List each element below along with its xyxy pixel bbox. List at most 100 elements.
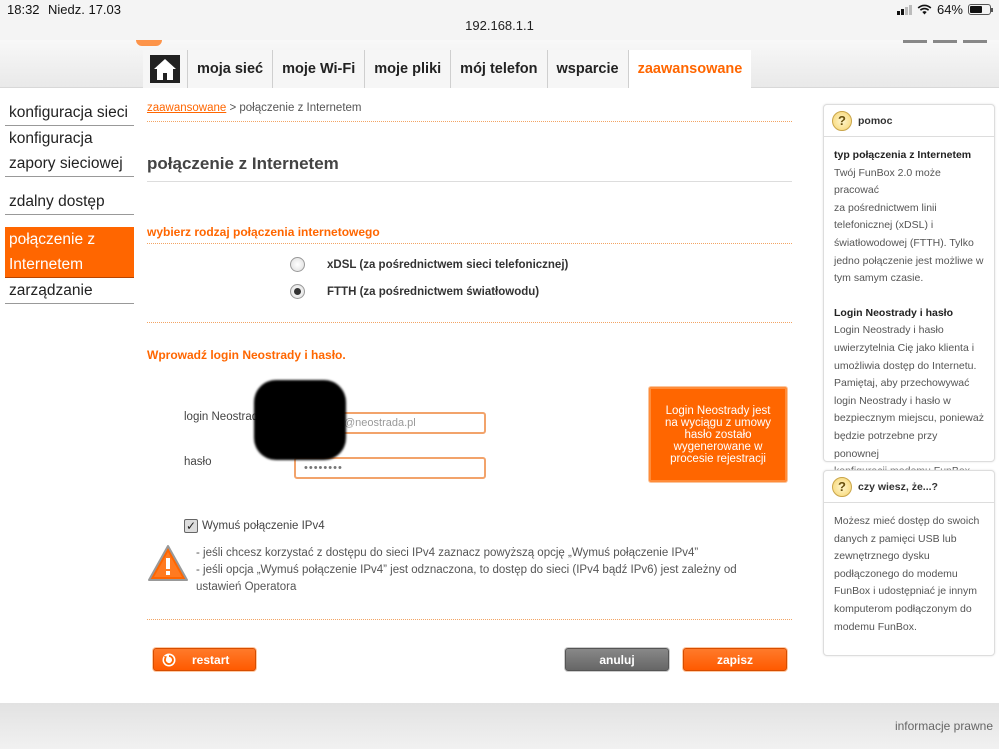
help-text: bezpiecznym miejscu, ponieważ xyxy=(834,412,984,425)
radio-option-ftth[interactable]: FTTH (za pośrednictwem światłowodu) xyxy=(290,284,539,299)
tab-moj-telefon[interactable]: mój telefon xyxy=(450,50,547,88)
help-text: Pamiętaj, aby przechowywać xyxy=(834,377,970,390)
tab-moja-siec[interactable]: moja sieć xyxy=(187,50,273,88)
date: Niedz. 17.03 xyxy=(48,2,121,17)
redaction-mark xyxy=(254,380,346,460)
sidebar-item-label: Internetem xyxy=(9,256,84,273)
tab-home[interactable] xyxy=(143,50,187,88)
tab-zaawansowane[interactable]: zaawansowane xyxy=(627,50,752,88)
battery-icon xyxy=(968,4,993,15)
sidebar-item-konfiguracja-zapory[interactable]: konfiguracja zapory sieciowej xyxy=(5,126,134,177)
warning-line: - jeśli chcesz korzystać z dostępu do si… xyxy=(196,547,699,559)
help-text: telefonicznej (xDSL) i xyxy=(834,219,934,232)
help-text: będzie potrzebne przy ponownej xyxy=(834,429,938,460)
radio-label: FTTH (za pośrednictwem światłowodu) xyxy=(327,285,540,298)
sidebar-item-polaczenie-z-internetem[interactable]: połączenie z Internetem xyxy=(5,227,134,278)
battery-percent: 64% xyxy=(936,2,963,17)
question-icon: ? xyxy=(832,110,852,131)
legal-info-link[interactable]: informacje prawne xyxy=(895,719,993,733)
help-text: login Neostrady i hasło w xyxy=(834,394,951,407)
password-input[interactable]: •••••••• xyxy=(294,457,486,479)
help-text: Twój FunBox 2.0 może pracować xyxy=(834,166,941,197)
question-icon: ? xyxy=(832,476,852,497)
cancel-button[interactable]: anuluj xyxy=(565,648,669,671)
help-text: Login Neostrady i hasło xyxy=(834,324,944,337)
breadcrumb-link-zaawansowane[interactable]: zaawansowane xyxy=(147,102,226,114)
restart-button[interactable]: restart xyxy=(153,648,256,671)
sidebar-item-zarzadzanie[interactable]: zarządzanie xyxy=(5,278,134,304)
sidebar-item-label: połączenie z xyxy=(9,231,96,248)
restart-label: restart xyxy=(192,652,230,667)
footer: informacje prawne xyxy=(0,703,999,749)
help-text: uwierzytelnia Cię jako klienta i xyxy=(834,341,975,354)
login-label: login Neostrady xyxy=(184,411,264,423)
save-button[interactable]: zapisz xyxy=(683,648,787,671)
help-text: Możesz mieć dostęp do swoich xyxy=(834,515,980,527)
did-you-know-title: czy wiesz, że...? xyxy=(858,480,938,493)
ios-status-bar: 18:32 Niedz. 17.03 192.168.1.1 64% xyxy=(0,0,999,40)
orange-logo xyxy=(136,40,162,46)
help-header: ? pomoc xyxy=(824,105,994,137)
main-content: zaawansowane > połączenie z Internetem p… xyxy=(147,100,792,680)
sidebar-item-label: zapory sieciowej xyxy=(9,155,123,172)
help-text: danych z pamięci USB lub xyxy=(834,532,957,545)
connection-type-heading: wybierz rodzaj połączenia internetowego xyxy=(147,225,380,239)
did-you-know-panel: ? czy wiesz, że...? Możesz mieć dostęp d… xyxy=(823,470,995,656)
help-text: komputerom podłączonym do xyxy=(834,602,972,615)
sidebar-item-konfiguracja-sieci[interactable]: konfiguracja sieci xyxy=(5,100,134,126)
help-text: światłowodowej (FTTH). Tylko xyxy=(834,236,974,249)
help-text: podłączonego do modemu xyxy=(834,567,958,580)
help-panel: ? pomoc typ połączenia z Internetem Twój… xyxy=(823,104,995,477)
radio-option-xdsl[interactable]: xDSL (za pośrednictwem sieci telefoniczn… xyxy=(290,257,568,272)
help-title: pomoc xyxy=(858,114,893,127)
wifi-icon xyxy=(917,4,932,15)
help-text: tym samym czasie. xyxy=(834,272,924,285)
divider xyxy=(147,619,792,620)
warning-icon xyxy=(148,545,188,581)
home-icon xyxy=(150,55,180,83)
help-text: zewnętrznego dysku xyxy=(834,550,930,563)
tab-wsparcie[interactable]: wsparcie xyxy=(546,50,628,88)
sidebar-item-zdalny-dostep[interactable]: zdalny dostęp xyxy=(5,189,134,215)
divider xyxy=(147,243,792,244)
ipv4-checkbox[interactable]: ✓ xyxy=(184,519,198,533)
tab-moje-wifi[interactable]: moje Wi-Fi xyxy=(272,50,365,88)
address-bar-url[interactable]: 192.168.1.1 xyxy=(0,18,999,33)
login-info-box: Login Neostrady jest na wyciągu z umowy … xyxy=(649,387,787,482)
page-title: połączenie z Internetem xyxy=(147,154,339,173)
ipv4-warning-text: - jeśli chcesz korzystać z dostępu do si… xyxy=(196,545,756,596)
login-section-heading: Wprowadź login Neostrady i hasło. xyxy=(147,348,346,362)
help-text: za pośrednictwem linii xyxy=(834,201,937,214)
help-body: typ połączenia z Internetem Twój FunBox … xyxy=(824,137,994,481)
help-section-title: Login Neostrady i hasło xyxy=(834,306,954,319)
divider xyxy=(147,322,792,323)
divider xyxy=(147,181,792,182)
clock: 18:32 xyxy=(7,2,40,17)
divider xyxy=(147,121,792,122)
ipv4-checkbox-label: Wymuś połączenie IPv4 xyxy=(202,520,325,532)
status-icons: 64% xyxy=(896,2,993,17)
help-text: FunBox i udostępniać je innym xyxy=(834,585,977,598)
cellular-signal-icon xyxy=(896,4,912,15)
did-you-know-body: Możesz mieć dostęp do swoich danych z pa… xyxy=(824,503,994,636)
password-label: hasło xyxy=(184,456,212,468)
restart-icon xyxy=(162,653,176,666)
breadcrumb-current: połączenie z Internetem xyxy=(239,102,362,114)
tab-moje-pliki[interactable]: moje pliki xyxy=(364,50,451,88)
warning-line: - jeśli opcja „Wymuś połączenie IPv4” je… xyxy=(196,564,737,576)
breadcrumb: zaawansowane > połączenie z Internetem xyxy=(147,102,362,114)
did-you-know-header: ? czy wiesz, że...? xyxy=(824,471,994,503)
warning-line: ustawień Operatora xyxy=(196,581,297,593)
help-text: modemu FunBox. xyxy=(834,620,917,633)
radio-xdsl[interactable] xyxy=(290,257,305,272)
radio-ftth[interactable] xyxy=(290,284,305,299)
sidebar-item-label: konfiguracja xyxy=(9,130,93,147)
help-text: jedno połączenie jest możliwe w xyxy=(834,254,984,267)
main-navigation: moja sieć moje Wi-Fi moje pliki mój tele… xyxy=(143,50,752,88)
breadcrumb-separator: > xyxy=(226,102,240,114)
header-icons xyxy=(903,40,987,43)
help-section-title: typ połączenia z Internetem xyxy=(834,149,972,161)
help-text: umożliwia dostęp do Internetu. xyxy=(834,359,977,372)
sidebar: konfiguracja sieci konfiguracja zapory s… xyxy=(5,100,134,304)
radio-label: xDSL (za pośrednictwem sieci telefoniczn… xyxy=(327,258,569,271)
